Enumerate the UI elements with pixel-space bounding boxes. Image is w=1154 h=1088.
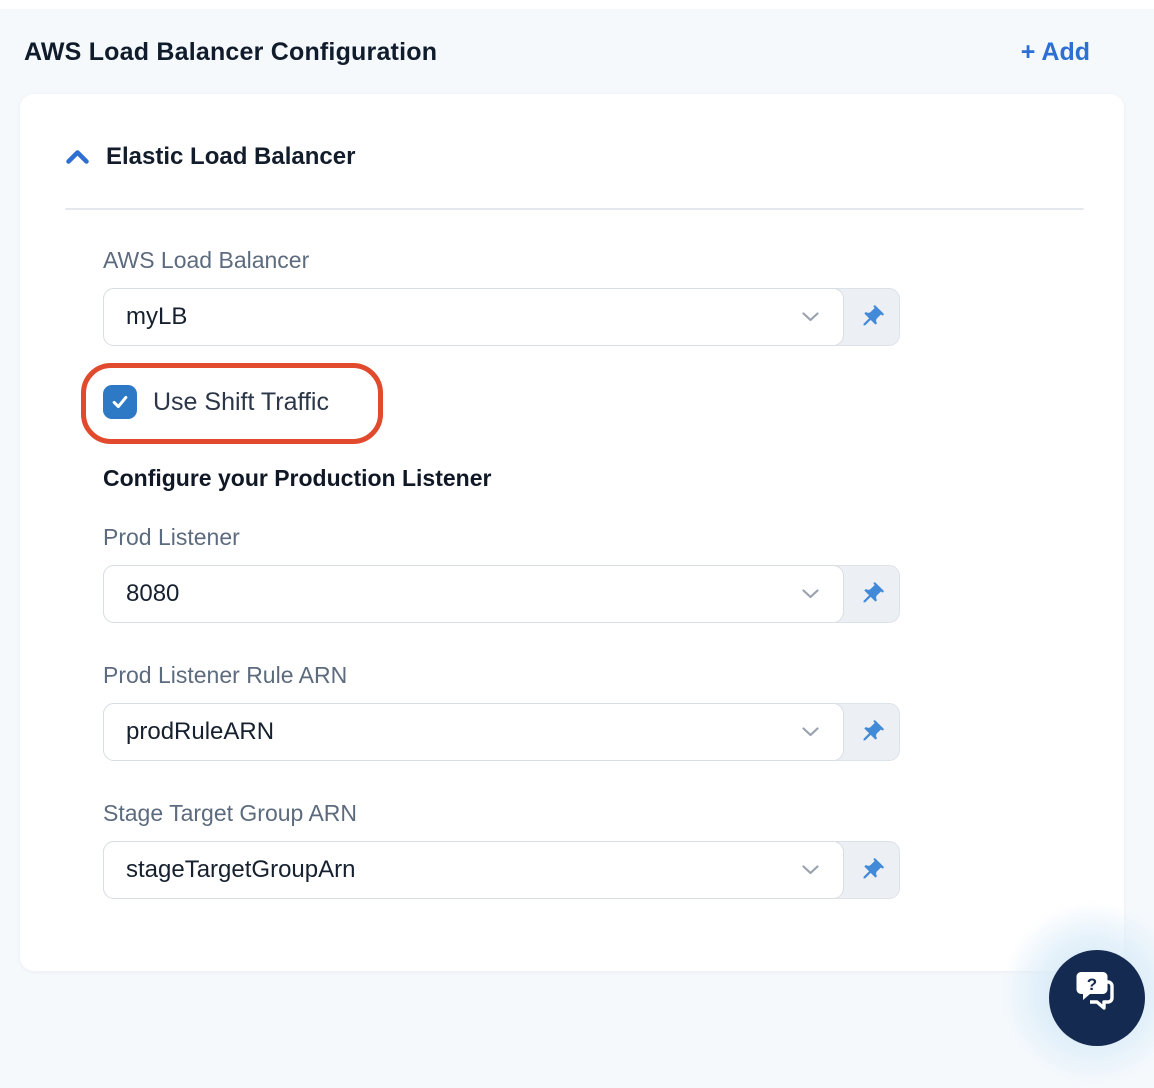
config-card: Elastic Load Balancer AWS Load Balancer … xyxy=(20,94,1124,971)
field-label-prod-listener: Prod Listener xyxy=(103,524,240,550)
pin-button[interactable] xyxy=(844,289,899,345)
select-value: myLB xyxy=(126,303,188,330)
pin-button[interactable] xyxy=(844,566,899,622)
help-chat-button[interactable]: ? xyxy=(1049,950,1145,1046)
use-shift-traffic-row[interactable]: Use Shift Traffic xyxy=(81,363,383,444)
field-label-stage-target-group-arn: Stage Target Group ARN xyxy=(103,800,357,826)
pin-button[interactable] xyxy=(844,842,899,898)
select-value: prodRuleARN xyxy=(126,718,275,745)
select-value: 8080 xyxy=(126,580,180,607)
question-glyph: ? xyxy=(1087,975,1097,994)
field-label-prod-listener-rule-arn: Prod Listener Rule ARN xyxy=(103,662,348,688)
select-value: stageTargetGroupArn xyxy=(126,856,356,883)
pushpin-icon xyxy=(863,304,884,325)
subheading: Configure your Production Listener xyxy=(103,465,492,491)
field-label-aws-load-balancer: AWS Load Balancer xyxy=(103,247,310,273)
chevron-down-icon xyxy=(802,865,819,875)
select-field-prod-listener-rule-arn: prodRuleARN xyxy=(103,703,900,761)
divider xyxy=(65,208,1084,210)
checkbox-label: Use Shift Traffic xyxy=(153,387,329,416)
section-header[interactable]: Elastic Load Balancer xyxy=(65,94,1124,172)
chevron-down-icon xyxy=(802,589,819,599)
use-shift-traffic-checkbox[interactable] xyxy=(103,385,137,419)
page-title: AWS Load Balancer Configuration xyxy=(24,38,438,66)
section-title: Elastic Load Balancer xyxy=(106,143,356,170)
form: AWS Load Balancer myLB Use Shift Traffic… xyxy=(20,247,900,899)
pushpin-icon xyxy=(863,857,884,878)
pushpin-icon xyxy=(863,581,884,602)
prod-listener-select[interactable]: 8080 xyxy=(103,565,844,623)
stage-target-group-arn-select[interactable]: stageTargetGroupArn xyxy=(103,841,844,899)
prod-listener-rule-arn-select[interactable]: prodRuleARN xyxy=(103,703,844,761)
chevron-down-icon xyxy=(802,727,819,737)
select-field-stage-target-group-arn: stageTargetGroupArn xyxy=(103,841,900,899)
page-header: AWS Load Balancer Configuration + Add xyxy=(0,0,1154,67)
pushpin-icon xyxy=(863,719,884,740)
select-field-aws-load-balancer: myLB xyxy=(103,288,900,346)
chevron-up-icon[interactable] xyxy=(65,142,90,172)
add-button[interactable]: + Add xyxy=(1021,38,1090,67)
chat-question-icon: ? xyxy=(1076,972,1114,1010)
aws-load-balancer-select[interactable]: myLB xyxy=(103,288,844,346)
pin-button[interactable] xyxy=(844,704,899,760)
check-icon xyxy=(112,395,128,409)
chevron-down-icon xyxy=(802,312,819,322)
top-strip xyxy=(0,0,1154,9)
select-field-prod-listener: 8080 xyxy=(103,565,900,623)
